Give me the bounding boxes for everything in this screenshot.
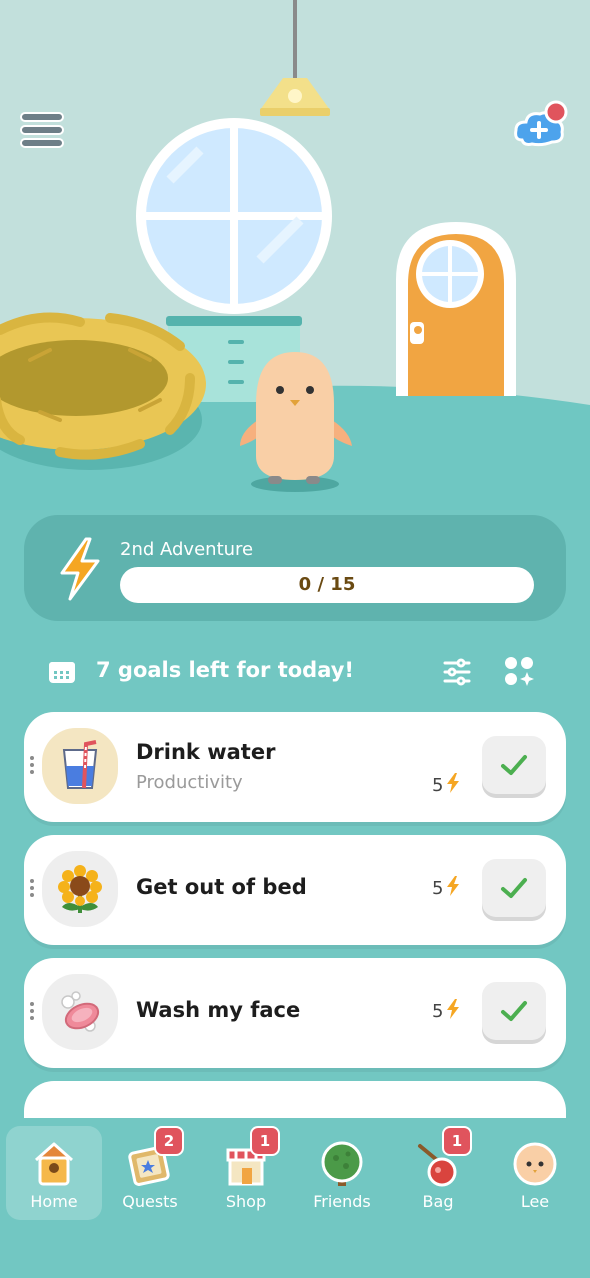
checkmark-icon: [501, 755, 527, 775]
menu-icon-line: [20, 138, 64, 148]
tab-shop[interactable]: 1 Shop: [198, 1126, 294, 1220]
tree-icon: [321, 1141, 363, 1186]
add-category-icon[interactable]: [504, 656, 534, 686]
goal-name: Wash my face: [136, 998, 301, 1022]
tab-label: Lee: [520, 1192, 550, 1211]
sunflower-icon: [58, 865, 102, 913]
birdhouse-icon: [35, 1142, 73, 1186]
filter-icon[interactable]: [442, 658, 472, 686]
lightning-icon: [447, 999, 460, 1019]
adventure-title: 2nd Adventure: [120, 539, 254, 560]
tab-bag[interactable]: 1 Bag: [390, 1126, 486, 1220]
bag-badge: 1: [442, 1126, 472, 1156]
goals-header: 7 goals left for today!: [24, 652, 566, 694]
checkmark-icon: [501, 1001, 527, 1021]
goal-points-value: 5: [432, 1001, 444, 1022]
calendar-icon[interactable]: [48, 660, 76, 684]
tab-quests[interactable]: 2 Quests: [102, 1126, 198, 1220]
complete-goal-button[interactable]: [482, 982, 546, 1040]
goal-name: Drink water: [136, 740, 276, 764]
goal-category: Productivity: [136, 772, 243, 793]
lightning-icon: [60, 537, 100, 601]
goal-icon-wrap: [42, 728, 118, 804]
tab-profile[interactable]: Lee: [487, 1126, 583, 1220]
adventure-progress-text: 0 / 15: [298, 574, 356, 595]
quests-badge: 2: [154, 1126, 184, 1156]
tab-friends[interactable]: Friends: [294, 1126, 390, 1220]
goal-points-value: 5: [432, 878, 444, 899]
goal-icon-wrap: [42, 851, 118, 927]
goals-left-text: 7 goals left for today!: [96, 658, 355, 682]
avatar-icon: [513, 1142, 557, 1186]
soap-icon: [61, 991, 100, 1032]
tab-label: Quests: [122, 1192, 178, 1211]
goal-card-wash-my-face[interactable]: Wash my face 5: [24, 958, 566, 1068]
shop-badge: 1: [250, 1126, 280, 1156]
complete-goal-button[interactable]: [482, 736, 546, 794]
menu-icon-line: [20, 125, 64, 135]
drag-handle-icon[interactable]: [30, 1002, 36, 1023]
complete-goal-button[interactable]: [482, 859, 546, 917]
adventure-progress-bar: 0 / 15: [120, 567, 534, 603]
water-glass-icon: [62, 740, 98, 789]
add-friend-button[interactable]: [512, 100, 572, 156]
goal-points: 5: [432, 875, 461, 899]
drag-handle-icon[interactable]: [30, 879, 36, 900]
goal-points-value: 5: [432, 775, 444, 796]
tab-label: Friends: [313, 1192, 371, 1211]
drag-handle-icon[interactable]: [30, 756, 36, 777]
bottom-tab-bar: Home 2 Quests 1 Shop Friends 1 Bag Lee: [0, 1118, 590, 1278]
room-illustration: [0, 0, 590, 510]
menu-icon-line: [20, 112, 64, 122]
goal-card-get-out-of-bed[interactable]: Get out of bed 5: [24, 835, 566, 945]
goal-name: Get out of bed: [136, 875, 307, 899]
tab-label: Home: [30, 1192, 78, 1211]
adventure-card[interactable]: 2nd Adventure 0 / 15: [24, 515, 566, 621]
tab-label: Bag: [422, 1192, 454, 1211]
tab-label: Shop: [225, 1192, 267, 1211]
goal-points: 5: [432, 772, 461, 796]
add-cloud-icon: [514, 100, 568, 147]
goal-points: 5: [432, 998, 461, 1022]
lightning-icon: [447, 876, 460, 896]
goal-card-drink-water[interactable]: Drink water Productivity 5: [24, 712, 566, 822]
checkmark-icon: [501, 878, 527, 898]
menu-button[interactable]: [20, 112, 64, 148]
tab-home[interactable]: Home: [6, 1126, 102, 1220]
room-scene: [0, 0, 590, 510]
lightning-icon: [447, 773, 460, 793]
goal-icon-wrap: [42, 974, 118, 1050]
